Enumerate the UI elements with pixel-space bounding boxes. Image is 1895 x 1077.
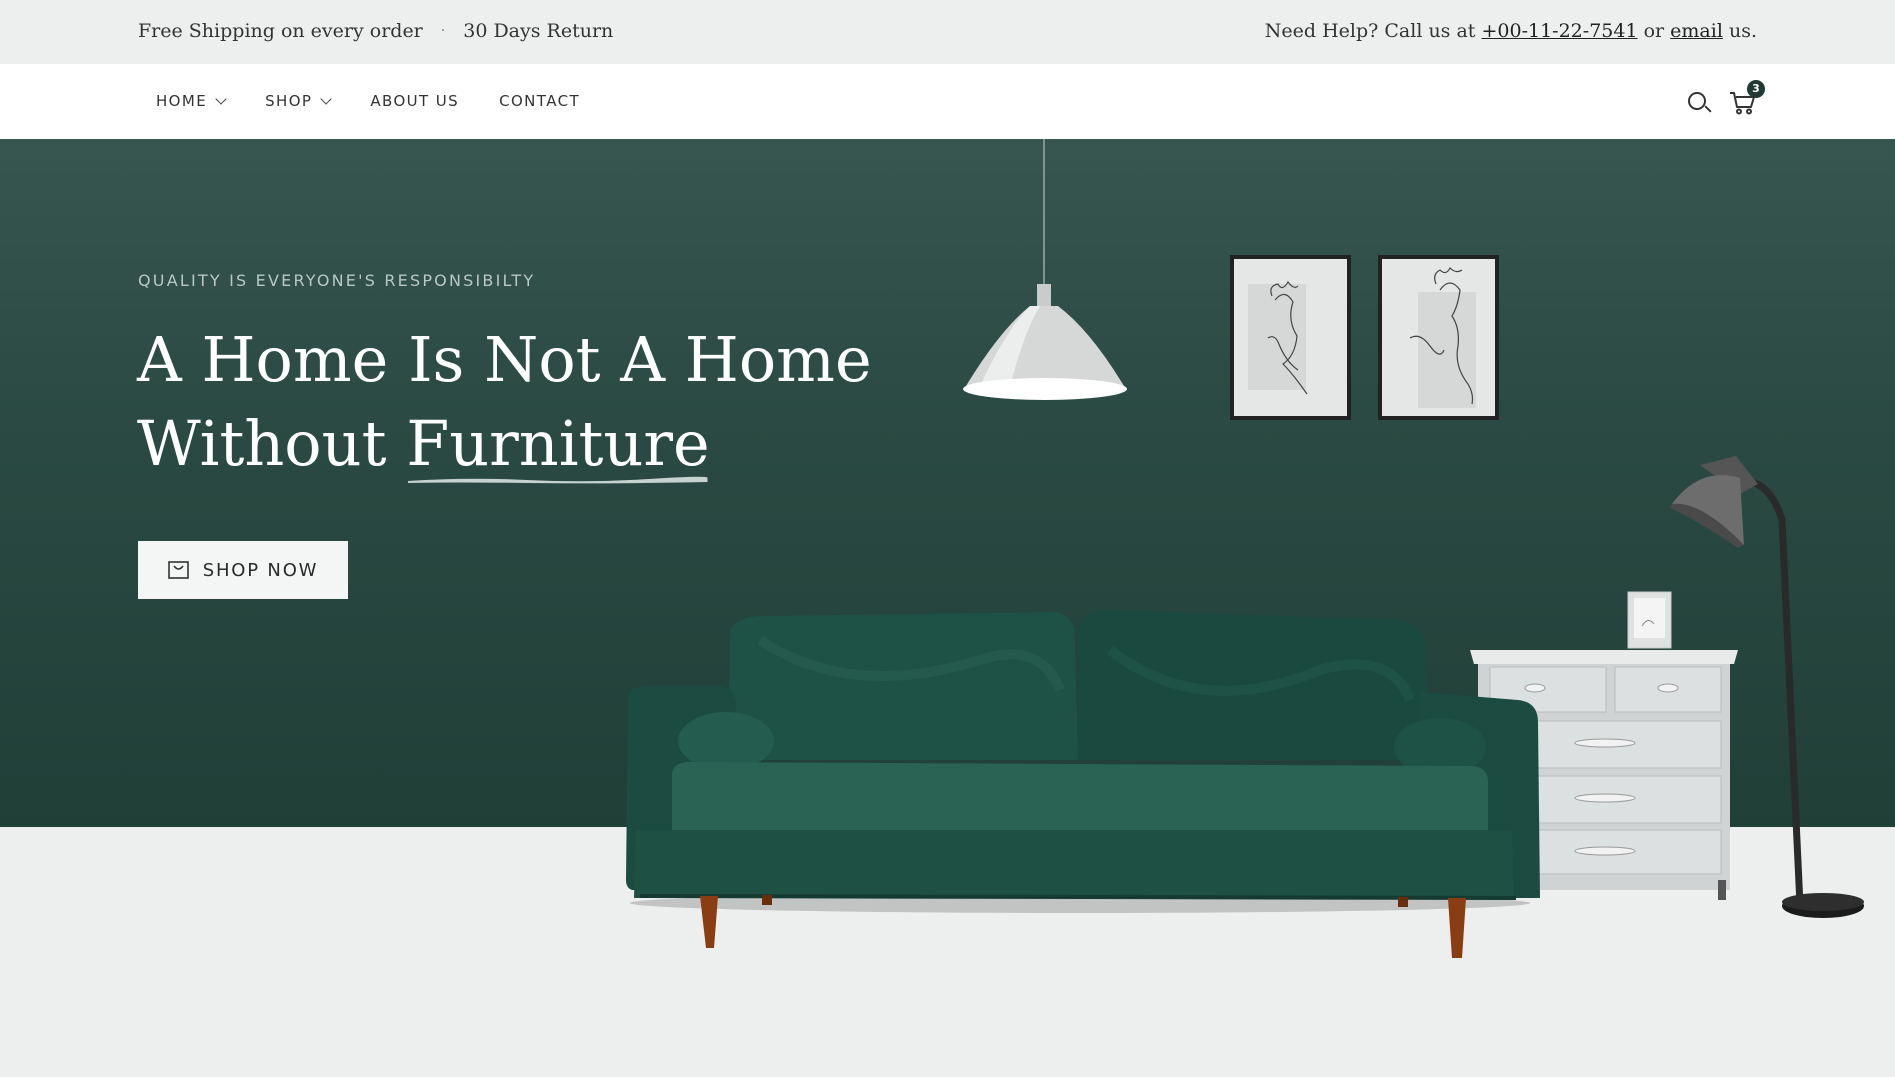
nav-item-about-us[interactable]: ABOUT US [370,92,459,110]
returns-text: 30 Days Return [463,20,614,42]
separator-dot: · [440,23,446,39]
headline-line-1: A Home Is Not A Home [137,323,872,396]
hero-subtitle: QUALITY IS EVERYONE'S RESPONSIBILTY [138,271,536,290]
chevron-down-icon [320,92,333,105]
cart-count-badge: 3 [1747,80,1765,98]
free-shipping-text: Free Shipping on every order [138,20,423,42]
nav-item-contact[interactable]: CONTACT [499,92,580,110]
shopping-bag-icon [167,561,189,579]
top-announcement-bar: Free Shipping on every order · 30 Days R… [0,0,1895,64]
nav-item-label: CONTACT [499,92,581,110]
hero-floor [0,827,1895,1077]
or-text: or [1637,20,1671,42]
nav-item-label: ABOUT US [370,92,460,110]
nav-item-home[interactable]: HOME [156,92,227,110]
headline-highlight-word: Furniture [406,402,710,486]
headline-line-2: Without Furniture [137,402,897,486]
help-prefix: Need Help? Call us at [1264,20,1482,42]
nav-item-shop[interactable]: SHOP [265,92,333,110]
nav-item-label: HOME [156,92,208,110]
email-link[interactable]: email [1670,20,1723,42]
shop-now-label: SHOP NOW [202,559,319,581]
main-navigation: HOME SHOP ABOUT US CONTACT 3 [0,64,1895,139]
chevron-down-icon [215,92,227,105]
headline-highlight-text: Furniture [406,407,710,480]
nav-menu: HOME SHOP ABOUT US CONTACT [156,92,620,110]
help-suffix: us. [1722,20,1757,42]
phone-link[interactable]: +00-11-22-7541 [1481,20,1637,42]
shop-now-button[interactable]: SHOP NOW [138,541,348,599]
brush-underline-icon [408,476,708,484]
search-icon[interactable] [1685,88,1713,116]
help-contact-text: Need Help? Call us at +00-11-22-7541 or … [1265,20,1757,42]
nav-icons: 3 [1685,80,1765,118]
announcement-left: Free Shipping on every order · 30 Days R… [138,20,613,42]
headline-line-2-prefix: Without [137,407,407,480]
nav-item-label: SHOP [265,92,313,110]
cart-icon[interactable]: 3 [1727,80,1765,118]
hero-headline: A Home Is Not A Home Without Furniture [137,318,897,486]
